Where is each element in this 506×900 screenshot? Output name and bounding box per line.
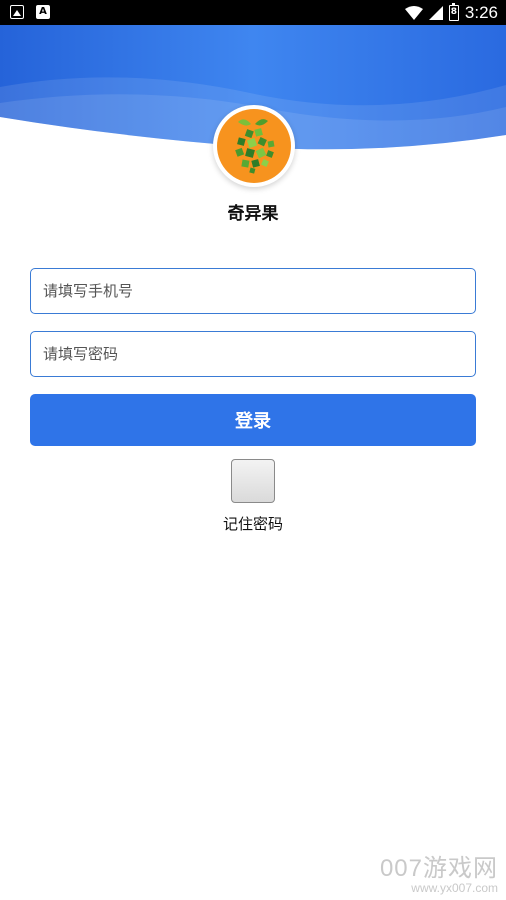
login-screen: A 8 3:26 奇异果 请填写手机号 登录 记住密码 007游戏网 www.y… [0, 0, 506, 900]
watermark-url: www.yx007.com [411, 881, 498, 895]
remember-password-label: 记住密码 [222, 515, 283, 533]
image-icon [10, 5, 24, 19]
app-logo [213, 105, 295, 187]
status-bar: A 8 3:26 [0, 0, 506, 25]
login-button[interactable]: 登录 [30, 394, 476, 446]
signal-icon [428, 5, 443, 20]
wifi-icon [404, 5, 423, 20]
status-indicators: 8 3:26 [404, 2, 498, 23]
status-notifications: A [10, 5, 50, 19]
remember-password-checkbox[interactable] [231, 459, 275, 503]
login-button-label: 登录 [235, 411, 271, 432]
phone-input[interactable] [30, 268, 476, 314]
logo-badge [217, 109, 291, 183]
a-icon: A [36, 5, 50, 19]
app-name: 奇异果 [227, 204, 279, 224]
status-time: 3:26 [464, 2, 498, 22]
password-input[interactable] [30, 331, 476, 377]
watermark: 007游戏网 www.yx007.com [380, 848, 498, 895]
battery-icon: 8 [448, 2, 459, 21]
kiwi-fruit-icon [235, 119, 275, 174]
battery-level: 8 [450, 6, 458, 17]
watermark-title: 007游戏网 [379, 855, 498, 882]
